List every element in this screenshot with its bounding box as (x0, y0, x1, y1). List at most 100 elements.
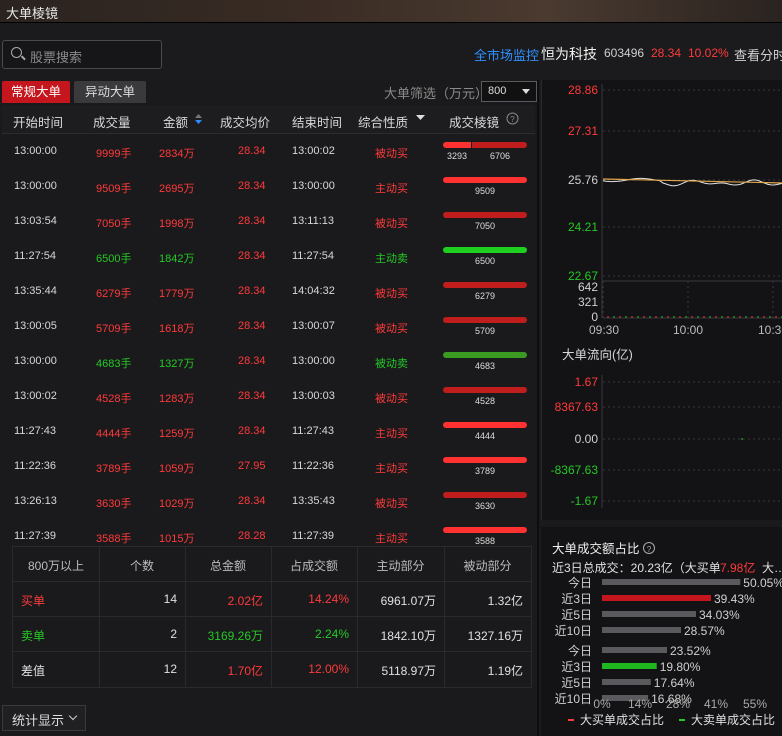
flow-axis-label: 8367.63 (555, 400, 599, 414)
summary-cell-total: 1.70亿 (227, 664, 263, 678)
flow-axis-label: 1.67 (575, 375, 599, 389)
stock-search-input[interactable]: 股票搜索 (2, 40, 162, 69)
stock-price: 28.34 (651, 46, 682, 60)
help-icon[interactable]: ? (506, 112, 519, 125)
table-header: 开始时间 成交量 金额 成交均价 结束时间 综合性质 成交棱镜 ? (2, 105, 535, 134)
table-row[interactable]: 11:27:43 4444手 1259万 28.34 11:27:43 主动买 4444 (2, 414, 535, 449)
summary-divider (13, 651, 531, 652)
table-row[interactable]: 13:00:00 9999手 2834万 28.34 13:00:02 被动买 3293 67… (2, 134, 535, 169)
cell-amount: 1842万 (159, 253, 195, 265)
cell-avg-price: 28.34 (238, 180, 266, 192)
summary-cell-ratio: 14.24% (308, 592, 349, 606)
nature-filter-caret-icon[interactable] (416, 115, 425, 121)
ratio-buy-bar (602, 611, 696, 617)
prism-label: 4444 (474, 431, 496, 441)
summary-header: 800万以上 (27, 559, 85, 573)
legend-sell-swatch (679, 719, 685, 721)
cell-amount: 1059万 (159, 463, 195, 475)
col-prism[interactable]: 成交棱镜 (449, 112, 499, 131)
ratio-x-tick: 14% (628, 697, 652, 711)
view-timeshare-link[interactable]: 查看分时 (734, 45, 782, 64)
cell-volume: 9509手 (96, 183, 132, 195)
col-start-time[interactable]: 开始时间 (13, 112, 63, 131)
ratio-buy-label: 近10日 (555, 624, 592, 638)
table-row[interactable]: 11:27:39 3588手 1015万 28.28 11:27:39 主动买 3588 (2, 519, 535, 544)
cell-end-time: 13:00:02 (292, 145, 335, 157)
cell-volume: 3588手 (96, 533, 132, 544)
table-row[interactable]: 11:27:54 6500手 1842万 28.34 11:27:54 主动卖 6500 (2, 239, 535, 274)
prism-label: 3630 (474, 501, 496, 511)
cell-volume: 4444手 (96, 428, 132, 440)
cell-avg-price: 28.28 (238, 530, 266, 542)
ratio-sell-value: 19.80% (660, 660, 701, 674)
summary-header: 占成交额 (289, 559, 338, 573)
cell-end-time: 11:27:43 (292, 425, 335, 437)
summary-cell-active: 1842.10万 (380, 629, 436, 643)
prism-label: 6279 (474, 291, 496, 301)
col-end-time[interactable]: 结束时间 (292, 112, 342, 131)
table-row[interactable]: 13:00:00 9509手 2695万 28.34 13:00:00 主动买 9509 (2, 169, 535, 204)
sort-icon[interactable] (195, 114, 202, 125)
col-volume[interactable]: 成交量 (93, 112, 131, 131)
cell-avg-price: 28.34 (238, 215, 266, 227)
price-axis-label: 25.76 (568, 173, 598, 187)
summary-header: 被动部分 (463, 559, 512, 573)
cell-avg-price: 28.34 (238, 390, 266, 402)
cell-start-time: 11:22:36 (14, 460, 57, 472)
table-row[interactable]: 13:00:00 4683手 1327万 28.34 13:00:00 被动卖 4683 (2, 344, 535, 379)
table-row[interactable]: 13:00:02 4528手 1283万 28.34 13:00:03 被动买 4528 (2, 379, 535, 414)
cell-end-time: 13:35:43 (292, 495, 335, 507)
cell-nature: 主动卖 (375, 253, 408, 265)
ratio-sell-bar (602, 663, 657, 669)
prism-bar (443, 352, 527, 358)
cell-avg-price: 28.34 (238, 320, 266, 332)
prism-bar (443, 247, 527, 253)
ratio-x-tick: 55% (743, 697, 767, 711)
search-placeholder: 股票搜索 (30, 50, 83, 65)
cell-volume: 3630手 (96, 498, 132, 510)
ratio-sell-label: 近3日 (561, 660, 592, 674)
prism-bar-passive (472, 142, 527, 148)
table-row[interactable]: 13:26:13 3630手 1029万 28.34 13:35:43 被动买 3630 (2, 484, 535, 519)
table-row[interactable]: 13:35:44 6279手 1779万 28.34 14:04:32 被动买 6279 (2, 274, 535, 309)
prism-label: 7050 (474, 221, 496, 231)
cell-start-time: 13:00:00 (14, 180, 57, 192)
table-row[interactable]: 11:22:36 3789手 1059万 27.95 11:22:36 主动买 3789 (2, 449, 535, 484)
market-monitor-link[interactable]: 全市场监控 (474, 45, 539, 64)
ratio-sell-label: 今日 (568, 643, 592, 658)
cell-amount: 1283万 (159, 393, 195, 405)
tab-abnormal-orders[interactable]: 异动大单 (74, 81, 146, 103)
cell-start-time: 13:03:54 (14, 215, 57, 227)
summary-cell-label: 差值 (21, 664, 46, 678)
stats-display-button[interactable]: 统计显示 (2, 705, 86, 731)
col-amount[interactable]: 金额 (163, 112, 188, 131)
cell-amount: 2695万 (159, 183, 195, 195)
prism-bar (443, 457, 527, 463)
table-row[interactable]: 13:03:54 7050手 1998万 28.34 13:11:13 被动买 7050 (2, 204, 535, 239)
ratio-sell-value: 17.64% (654, 676, 695, 690)
table-row[interactable]: 13:00:05 5709手 1618万 28.34 13:00:07 被动买 5709 (2, 309, 535, 344)
summary-divider (13, 581, 531, 582)
ratio-sell-label: 近5日 (561, 676, 592, 690)
ratio-buy-bar (602, 627, 681, 633)
cell-volume: 3789手 (96, 463, 132, 475)
panel-divider (537, 80, 539, 736)
summary-cell-ratio: 12.00% (308, 662, 349, 676)
tab-regular-orders[interactable]: 常规大单 (2, 81, 70, 103)
price-axis-label: 28.86 (568, 83, 598, 97)
prism-bar (443, 177, 527, 183)
cell-avg-price: 28.34 (238, 285, 266, 297)
stock-code: 603496 (604, 46, 645, 60)
prism-label: 3789 (474, 466, 496, 476)
cell-start-time: 13:00:00 (14, 145, 57, 157)
col-nature[interactable]: 综合性质 (358, 112, 408, 131)
summary-header: 总金额 (209, 559, 246, 573)
cell-amount: 1998万 (159, 218, 195, 230)
ratio-x-tick: 41% (704, 697, 728, 711)
cell-avg-price: 27.95 (238, 460, 266, 472)
summary-cell-count: 12 (163, 662, 177, 676)
col-avg-price[interactable]: 成交均价 (220, 112, 270, 131)
filter-select[interactable]: 800 (481, 81, 537, 102)
legend-buy-swatch (568, 719, 574, 721)
prism-label: 6500 (474, 256, 496, 266)
